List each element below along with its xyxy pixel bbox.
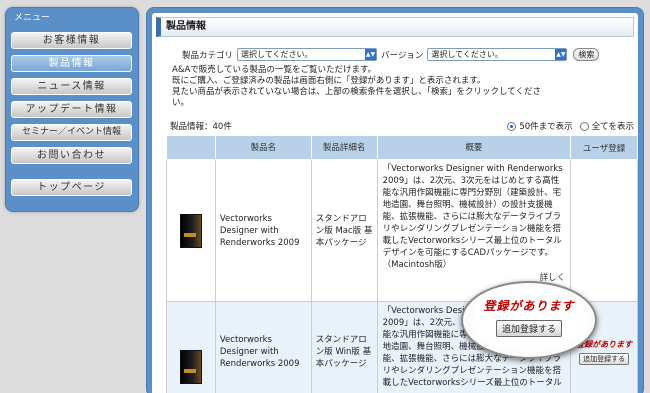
product-image-cell [166,159,216,302]
search-button[interactable]: 検索 [573,48,600,61]
description-line: い。 [172,98,190,108]
column-header-detail-name: 製品詳細名 [310,135,378,160]
select-arrow-icon: ▲▼ [555,49,567,60]
product-image-cell [166,301,216,393]
product-name: Vectorworks Designer with Renderworks 20… [214,159,312,302]
description-line: 既にご購入、ご登録済みの製品は画面右側に「登録があります」と表示されます。 [172,76,486,86]
result-count: 製品情報：40件 [170,122,232,132]
search-form: 製品カテゴリ 選択してください。 ▲▼ バージョン 選択してください。 ▲▼ 検… [182,47,600,62]
table-row: Vectorworks Designer with Renderworks 20… [166,159,638,302]
description-text: A&Aで販売している製品の一覧をご覧いただけます。 既にご購入、ご登録済みの製品… [172,65,637,109]
sidebar-menu: メニュー お客様情報 製品情報 ニュース情報 アップデート情報 セミナー／イベン… [5,7,139,212]
radio-show-50-label: 50件まで表示 [519,122,573,132]
product-table: 製品名 製品詳細名 概要 ユーザ登録 Vectorworks Designer … [166,135,638,393]
sidebar-item-updates[interactable]: アップデート情報 [11,101,132,118]
radio-show-50[interactable] [507,121,517,131]
sidebar-item-news[interactable]: ニュース情報 [11,78,132,95]
sidebar-item-product-info[interactable]: 製品情報 [11,55,132,72]
result-count-row: 製品情報：40件 50件まで表示 全てを表示 [170,120,634,132]
column-header-product-name: 製品名 [214,135,312,160]
callout-add-registration-button[interactable]: 追加登録する [495,320,562,337]
product-detail-name: スタンドアロン版 Mac版 基本パッケージ [310,159,378,302]
column-header-user-registration: ユーザ登録 [570,135,638,160]
magnifier-callout: 登録があります 追加登録する [461,281,597,359]
product-box-image [179,213,202,248]
category-label: 製品カテゴリ [182,50,234,61]
sidebar-item-contact[interactable]: お問い合わせ [11,147,132,164]
description-line: 見たい商品が表示されていない場合は、上部の検索条件を選択し、「検索」をクリックし… [172,87,541,97]
product-summary-cell: 「Vectorworks Designer with Renderworks 2… [376,159,572,302]
category-select[interactable]: 選択してください。 ▲▼ [237,48,378,61]
product-detail-name: スタンドアロン版 Win版 基本パッケージ [310,301,378,393]
page-title: 製品情報 [156,17,634,37]
column-header-summary: 概要 [376,135,572,160]
callout-registered-text: 登録があります [483,299,575,313]
version-select-value: 選択してください。 [431,50,503,59]
version-select[interactable]: 選択してください。 ▲▼ [427,48,568,61]
sidebar-item-seminars-events[interactable]: セミナー／イベント情報 [11,124,132,141]
radio-show-all-label: 全てを表示 [591,122,634,132]
user-registration-cell [570,159,638,302]
description-line: A&Aで販売している製品の一覧をご覧いただけます。 [172,65,377,75]
sidebar-heading: メニュー [14,13,51,23]
category-select-value: 選択してください。 [241,50,313,59]
column-header-image [166,135,216,160]
select-arrow-icon: ▲▼ [365,49,377,60]
add-registration-button[interactable]: 追加登録する [579,352,630,365]
top-page-button[interactable]: トップページ [11,179,132,196]
radio-show-all[interactable] [579,121,589,131]
sidebar-item-customer-info[interactable]: お客様情報 [11,32,132,49]
table-header-row: 製品名 製品詳細名 概要 ユーザ登録 [166,135,638,160]
product-box-image [179,349,202,384]
product-summary: 「Vectorworks Designer with Renderworks 2… [382,164,563,270]
version-label: バージョン [381,50,424,61]
product-name: Vectorworks Designer with Renderworks 20… [214,301,312,393]
